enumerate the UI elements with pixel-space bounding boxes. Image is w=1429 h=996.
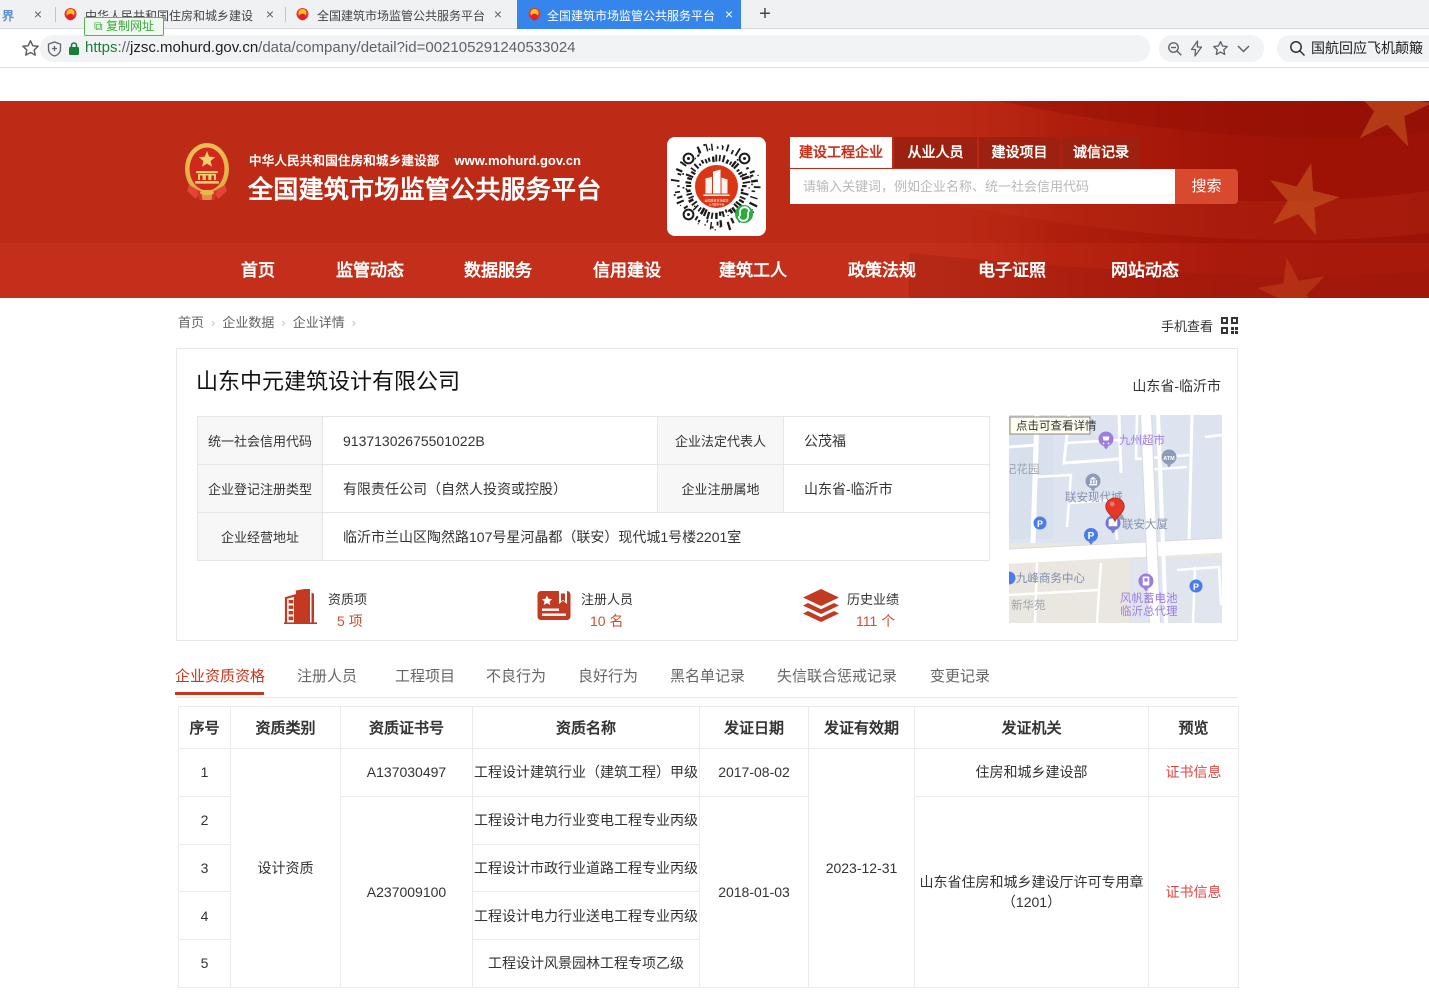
svg-text:P: P	[1193, 582, 1199, 592]
svg-text:P: P	[1037, 519, 1043, 529]
svg-text:联安大厦: 联安大厦	[1122, 517, 1168, 531]
svg-text:P: P	[1088, 531, 1095, 542]
svg-text:九峰商务中心: 九峰商务中心	[1016, 571, 1085, 585]
svg-text:风帆蓄电池: 风帆蓄电池	[1120, 591, 1178, 605]
svg-text:九州超市: 九州超市	[1119, 433, 1165, 447]
svg-text:记花园: 记花园	[1009, 463, 1040, 476]
svg-text:全国建筑市场监管: 全国建筑市场监管	[704, 198, 728, 203]
svg-text:点击可查看详情: 点击可查看详情	[1016, 419, 1097, 433]
svg-text:ATM: ATM	[1163, 456, 1175, 462]
svg-text:新华苑: 新华苑	[1011, 598, 1046, 612]
svg-text:公共服务平台: 公共服务平台	[709, 203, 725, 207]
svg-text:临沂总代理: 临沂总代理	[1120, 604, 1178, 618]
